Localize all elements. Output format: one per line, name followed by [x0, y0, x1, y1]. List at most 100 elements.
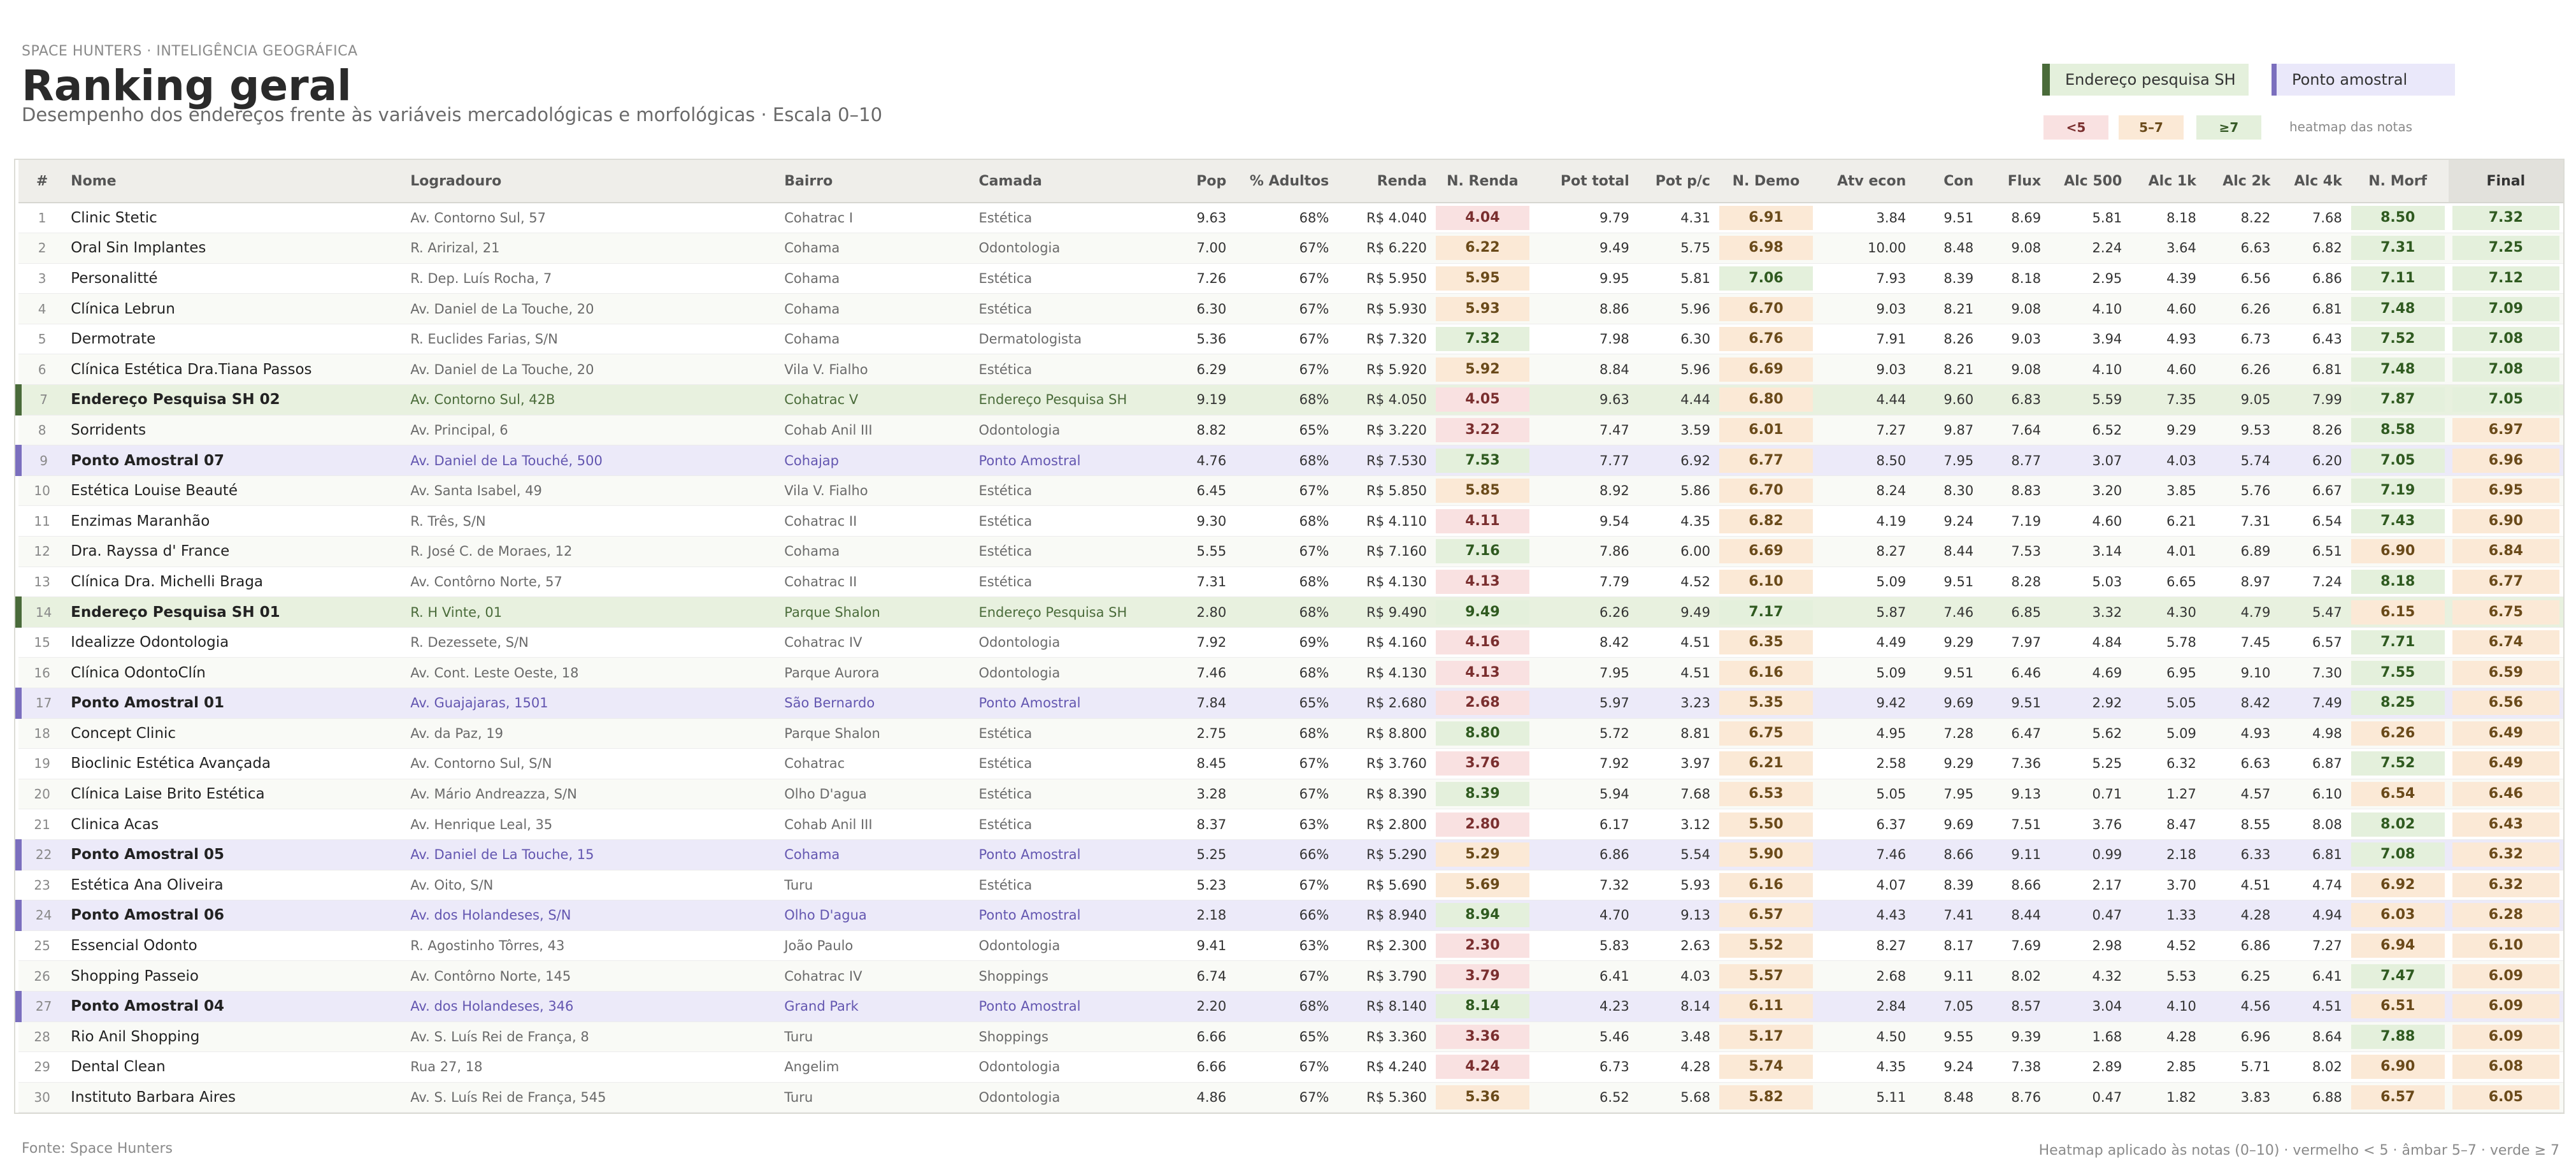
alc-2k-cell: 5.74: [2201, 445, 2276, 476]
alc-4k-cell: 6.87: [2275, 748, 2347, 779]
col-header-atv-econ[interactable]: Atv econ: [1816, 160, 1912, 203]
alc-2k-cell: 6.96: [2201, 1022, 2276, 1053]
col-header-pot-total[interactable]: Pot total: [1533, 160, 1635, 203]
table-row[interactable]: 3 Personalitté R. Dep. Luís Rocha, 7 Cohama…: [18, 263, 2563, 294]
table-row[interactable]: 29 Dental Clean Rua 27, 18 Angelim Odontolog…: [18, 1051, 2563, 1083]
n-morf-cell: 6.54: [2347, 779, 2449, 810]
flux-cell: 8.02: [1979, 960, 2047, 992]
col-header-n-morf[interactable]: N. Morf: [2347, 160, 2449, 203]
n-renda-cell: 8.80: [1431, 718, 1533, 749]
name-cell: Enzimas Maranhão: [66, 505, 406, 537]
table-row[interactable]: 8 Sorridents Av. Principal, 6 Cohab Anil II…: [18, 415, 2563, 446]
adultos-cell: 66%: [1231, 839, 1335, 870]
table-row[interactable]: 21 Clinica Acas Av. Henrique Leal, 35 Cohab…: [18, 809, 2563, 840]
final-score-cell-value: 6.59: [2452, 660, 2559, 685]
col-header-renda[interactable]: Renda: [1334, 160, 1432, 203]
table-row[interactable]: 22 Ponto Amostral 05 Av. Daniel de La Touc…: [15, 839, 2563, 870]
atv-econ-cell: 2.68: [1816, 960, 1912, 992]
atv-econ-cell: 6.37: [1816, 809, 1912, 840]
table-row[interactable]: 18 Concept Clinic Av. da Paz, 19 Parque Sha…: [18, 718, 2563, 749]
camada-cell: Odontologia: [973, 1051, 1171, 1083]
col-header-alc-2k[interactable]: Alc 2k: [2201, 160, 2276, 203]
pop-cell: 7.31: [1170, 567, 1232, 598]
col-header-alc-4k[interactable]: Alc 4k: [2275, 160, 2347, 203]
alc-1k-cell: 1.82: [2127, 1082, 2201, 1113]
table-row[interactable]: 23 Estética Ana Oliveira Av. Oito, S/N Turu…: [18, 870, 2563, 901]
camada-cell: Estética: [973, 203, 1171, 234]
col-header-pot-pc[interactable]: Pot p/c: [1634, 160, 1715, 203]
table-row[interactable]: 15 Idealizze Odontologia R. Dezessete, S/N…: [18, 627, 2563, 658]
flux-cell: 7.53: [1979, 536, 2047, 567]
col-header-pop[interactable]: Pop: [1170, 160, 1232, 203]
n-renda-cell-value: 5.69: [1435, 872, 1529, 897]
table-row[interactable]: 13 Clínica Dra. Michelli Braga Av. Contôrn…: [18, 567, 2563, 598]
adultos-cell: 69%: [1231, 627, 1335, 658]
col-header-adultos[interactable]: % Adultos: [1231, 160, 1335, 203]
col-header-final[interactable]: Final: [2448, 160, 2563, 203]
alc-4k-cell: 6.81: [2275, 354, 2347, 386]
adultos-cell: 65%: [1231, 1022, 1335, 1053]
pop-cell: 9.30: [1170, 505, 1232, 537]
bairro-cell: Turu: [779, 1022, 974, 1053]
final-score-cell-value: 6.32: [2452, 872, 2559, 897]
col-header-n-renda[interactable]: N. Renda: [1431, 160, 1533, 203]
col-header-bairro[interactable]: Bairro: [779, 160, 974, 203]
table-row[interactable]: 7 Endereço Pesquisa SH 02 Av. Contorno Sul…: [15, 384, 2563, 415]
atv-econ-cell: 4.50: [1816, 1022, 1912, 1053]
table-row[interactable]: 1 Clinic Stetic Av. Contorno Sul, 57 Cohatr…: [18, 203, 2563, 234]
table-row[interactable]: 28 Rio Anil Shopping Av. S. Luís Rei de Fr…: [18, 1022, 2563, 1053]
table-row[interactable]: 16 Clínica OdontoClín Av. Cont. Leste Oest…: [18, 657, 2563, 688]
table-row[interactable]: 10 Estética Louise Beauté Av. Santa Isabel…: [18, 475, 2563, 507]
alc-2k-cell: 6.86: [2201, 930, 2276, 962]
table-row[interactable]: 25 Essencial Odonto R. Agostinho Tôrres, 4…: [18, 930, 2563, 962]
table-row[interactable]: 27 Ponto Amostral 04 Av. dos Holandeses, 3…: [15, 991, 2563, 1022]
alc-1k-cell: 5.09: [2127, 718, 2201, 749]
n-demo-cell-value: 5.17: [1719, 1024, 1813, 1049]
table-row[interactable]: 20 Clínica Laise Brito Estética Av. Mário …: [18, 779, 2563, 810]
pot-pc-cell: 3.23: [1634, 688, 1715, 719]
col-header-logradouro[interactable]: Logradouro: [405, 160, 780, 203]
address-cell: Av. Daniel de La Touche, 15: [405, 839, 780, 870]
table-row[interactable]: 19 Bioclinic Estética Avançada Av. Contorn…: [18, 748, 2563, 779]
n-renda-cell: 4.16: [1431, 627, 1533, 658]
col-header-con[interactable]: Con: [1911, 160, 1979, 203]
n-morf-cell: 7.48: [2347, 293, 2449, 324]
table-row[interactable]: 6 Clínica Estética Dra.Tiana Passos Av. Da…: [18, 354, 2563, 386]
table-row[interactable]: 4 Clínica Lebrun Av. Daniel de La Touche, …: [18, 293, 2563, 324]
final-score-cell: 6.28: [2448, 900, 2563, 931]
rank-cell: 24: [15, 900, 66, 931]
bairro-cell: Olho D'agua: [779, 900, 974, 931]
n-renda-cell-value: 7.32: [1435, 327, 1529, 352]
table-row[interactable]: 26 Shopping Passeio Av. Contôrno Norte, 14…: [18, 960, 2563, 992]
pot-pc-cell: 5.68: [1634, 1082, 1715, 1113]
n-renda-cell-value: 5.93: [1435, 296, 1529, 321]
n-demo-cell-value: 5.57: [1719, 964, 1813, 988]
table-row[interactable]: 9 Ponto Amostral 07 Av. Daniel de La Touch…: [15, 445, 2563, 476]
pop-cell: 6.29: [1170, 354, 1232, 386]
renda-cell: R$ 5.360: [1334, 1082, 1432, 1113]
camada-cell: Ponto Amostral: [973, 688, 1171, 719]
con-cell: 9.51: [1911, 203, 1979, 234]
table-row[interactable]: 17 Ponto Amostral 01 Av. Guajajaras, 1501 S…: [15, 688, 2563, 719]
flux-cell: 8.69: [1979, 203, 2047, 234]
col-header-rank[interactable]: #: [18, 160, 66, 203]
table-row[interactable]: 5 Dermotrate R. Euclides Farias, S/N Cohama…: [18, 324, 2563, 355]
col-header-alc-1k[interactable]: Alc 1k: [2127, 160, 2201, 203]
col-header-n-demo[interactable]: N. Demo: [1715, 160, 1817, 203]
table-row[interactable]: 11 Enzimas Maranhão R. Três, S/N Cohatrac I…: [18, 505, 2563, 537]
col-header-alc-500[interactable]: Alc 500: [2046, 160, 2128, 203]
table-row[interactable]: 30 Instituto Barbara Aires Av. S. Luís Rei…: [18, 1082, 2563, 1113]
final-score-cell-value: 6.08: [2452, 1055, 2559, 1080]
table-row[interactable]: 14 Endereço Pesquisa SH 01 R. H Vinte, 01 P…: [15, 596, 2563, 628]
flux-cell: 7.51: [1979, 809, 2047, 840]
table-row[interactable]: 24 Ponto Amostral 06 Av. dos Holandeses, S…: [15, 900, 2563, 931]
alc-500-cell: 3.04: [2046, 991, 2128, 1022]
table-row[interactable]: 2 Oral Sin Implantes R. Aririzal, 21 Cohama…: [18, 233, 2563, 264]
atv-econ-cell: 3.84: [1816, 203, 1912, 234]
col-header-nome[interactable]: Nome: [66, 160, 406, 203]
adultos-cell: 65%: [1231, 415, 1335, 446]
rank-cell: 4: [18, 293, 66, 324]
col-header-camada[interactable]: Camada: [973, 160, 1171, 203]
col-header-flux[interactable]: Flux: [1979, 160, 2047, 203]
table-row[interactable]: 12 Dra. Rayssa d' France R. José C. de Mor…: [18, 536, 2563, 567]
